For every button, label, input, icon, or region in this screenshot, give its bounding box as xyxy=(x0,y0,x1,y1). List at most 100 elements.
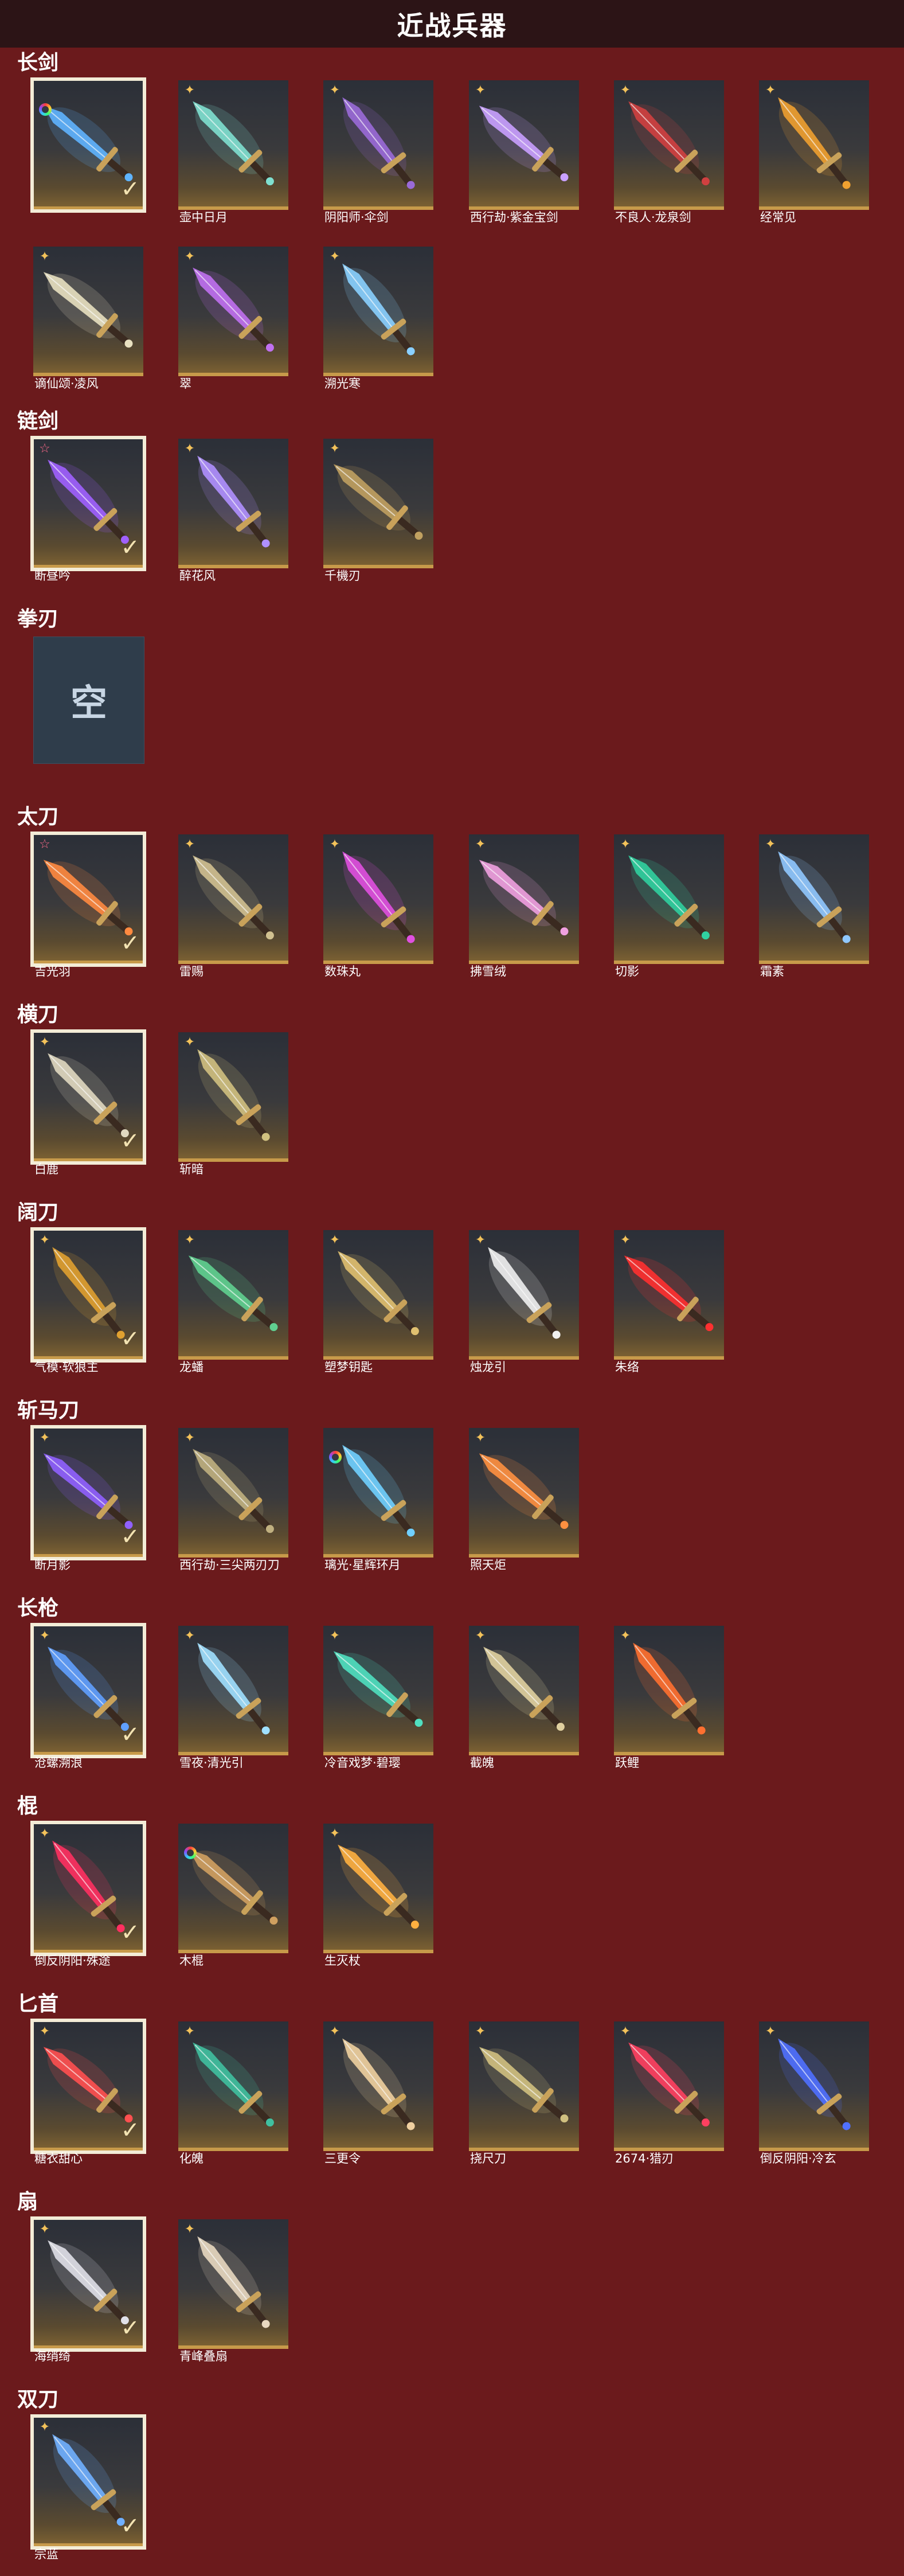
gold-sparkle-icon: ✦ xyxy=(184,83,195,97)
weapon-slot[interactable]: ✦ 千機刃 xyxy=(323,439,438,583)
gold-sparkle-icon: ✦ xyxy=(765,83,776,97)
gold-sparkle-icon: ✦ xyxy=(184,442,195,456)
weapon-slot[interactable]: ✦ 三更令 xyxy=(323,2021,438,2165)
weapon-slot[interactable]: ✦ 烛龙引 xyxy=(469,1230,584,1374)
weapon-slot[interactable]: ✦ 壶中日月 xyxy=(178,80,293,224)
weapon-slot[interactable]: ✦ ✓ 倒反阴阳·殊途 xyxy=(30,1821,148,1968)
weapon-name: 龙蟠 xyxy=(179,1360,204,1374)
weapon-name: 西行劫·紫金宝剑 xyxy=(470,210,558,224)
gold-sparkle-icon: ✦ xyxy=(329,442,341,456)
weapon-slot[interactable]: ✦ ✓ 沧螺溯浪 xyxy=(30,1623,148,1770)
gold-sparkle-icon: ✦ xyxy=(184,1233,195,1247)
weapon-slot[interactable]: ✦ ✓ 宗蓝 xyxy=(30,2414,148,2561)
checkmark-icon: ✓ xyxy=(120,2513,140,2539)
weapon-name: 照天炬 xyxy=(470,1558,506,1572)
gold-sparkle-icon: ✦ xyxy=(620,1233,631,1247)
weapon-card: ✦ xyxy=(614,1230,724,1360)
weapon-card: ✦ xyxy=(469,834,579,964)
weapon-slot[interactable]: ✦ 西行劫·三尖两刃刀 xyxy=(178,1428,293,1572)
weapon-card: ✦ ✓ xyxy=(30,2414,146,2550)
checkmark-icon: ✓ xyxy=(120,1722,140,1748)
weapon-slot[interactable]: 木棍 xyxy=(178,1824,293,1968)
weapon-slot[interactable]: ✓ xyxy=(30,77,148,224)
weapon-name: 白鹿 xyxy=(34,1162,58,1176)
weapon-name: 倒反阴阳·冷玄 xyxy=(760,2152,836,2165)
rainbow-quality-icon xyxy=(184,1847,197,1859)
weapon-name: 雷赐 xyxy=(179,965,204,978)
weapon-slot[interactable]: ✦ 冷音戏梦·碧璎 xyxy=(323,1626,438,1770)
weapon-slot[interactable]: ✦ ✓ 断月影 xyxy=(30,1425,148,1572)
gold-sparkle-icon: ✦ xyxy=(765,2024,776,2039)
weapon-slot[interactable]: ✦ 斩暗 xyxy=(178,1032,293,1176)
weapon-slot[interactable]: ✦ 化魄 xyxy=(178,2021,293,2165)
weapon-slot[interactable]: ✦ 塑梦钥匙 xyxy=(323,1230,438,1374)
weapon-slot[interactable]: ✦ 雪夜·清光引 xyxy=(178,1626,293,1770)
weapon-icon xyxy=(188,1849,278,1925)
weapon-card: ✦ xyxy=(178,2021,288,2151)
weapon-slot[interactable]: ✦ 切影 xyxy=(614,834,729,978)
weapon-name: 醉花风 xyxy=(179,569,216,583)
gold-sparkle-icon: ✦ xyxy=(620,2024,631,2039)
weapon-icon xyxy=(197,1049,270,1141)
weapon-card: ✦ ✓ xyxy=(30,2216,146,2352)
weapon-card: ✦ xyxy=(178,1428,288,1558)
weapon-icon xyxy=(628,2042,710,2127)
weapon-name: 斩暗 xyxy=(179,1162,204,1176)
weapon-slot[interactable]: ✦ 生灭杖 xyxy=(323,1824,438,1968)
weapon-slot[interactable]: ✦ 拂雪绒 xyxy=(469,834,584,978)
section-label: 长剑 xyxy=(17,51,59,75)
weapon-card: ✦ xyxy=(614,834,724,964)
weapon-slot[interactable]: ☆ ✓ 断昼吟 xyxy=(30,436,148,583)
weapon-slot[interactable]: ✦ ✓ 白鹿 xyxy=(30,1029,148,1176)
weapon-slot[interactable]: ✦ 青峰叠扇 xyxy=(178,2219,293,2363)
weapon-icon xyxy=(193,2042,274,2127)
weapon-icon xyxy=(483,1646,565,1731)
weapon-slot[interactable]: ✦ 谪仙颂·凌风 xyxy=(33,247,148,391)
empty-card: 空 xyxy=(33,637,144,764)
weapon-slot[interactable]: ✦ 霜素 xyxy=(759,834,874,978)
weapon-icon xyxy=(479,2047,569,2123)
rainbow-quality-icon xyxy=(329,1451,342,1463)
weapon-icon xyxy=(193,855,274,940)
weapon-slot[interactable]: ✦ 跃鲤 xyxy=(614,1626,729,1770)
weapon-slot[interactable]: ✦ 醉花风 xyxy=(178,439,293,583)
weapon-slot[interactable]: ✦ 数珠丸 xyxy=(323,834,438,978)
weapon-card: ✦ xyxy=(759,2021,869,2151)
section-label: 双刀 xyxy=(17,2388,59,2411)
weapon-slot[interactable]: ✦ ✓ 气模·软狼主 xyxy=(30,1227,148,1374)
weapon-slot[interactable]: ✦ 照天炬 xyxy=(469,1428,584,1572)
weapon-slot[interactable]: ✦ ✓ 海绡绮 xyxy=(30,2216,148,2363)
weapon-slot[interactable]: ☆ ✓ 吉光羽 xyxy=(30,832,148,978)
weapon-icon xyxy=(778,97,851,189)
weapon-slot[interactable]: ✦ 雷赐 xyxy=(178,834,293,978)
weapon-slot[interactable]: ✦ 阴阳师·伞剑 xyxy=(323,80,438,224)
weapon-slot[interactable]: ✦ 挠尺刀 xyxy=(469,2021,584,2165)
weapon-slot[interactable]: ✦ 经常见 xyxy=(759,80,874,224)
weapon-slot[interactable]: ✦ 倒反阴阳·冷玄 xyxy=(759,2021,874,2165)
weapon-slot[interactable]: ✦ 西行劫·紫金宝剑 xyxy=(469,80,584,224)
empty-slot[interactable]: 空 xyxy=(33,637,148,780)
gold-sparkle-icon: ✦ xyxy=(39,1826,50,1841)
weapon-name: 海绡绮 xyxy=(34,2349,71,2363)
weapon-slot[interactable]: ✦ 不良人·龙泉剑 xyxy=(614,80,729,224)
weapon-icon xyxy=(338,1844,419,1929)
weapon-card: ✦ xyxy=(614,1626,724,1755)
weapon-slot[interactable]: ✦ 朱络 xyxy=(614,1230,729,1374)
weapon-slot[interactable]: ✦ 2674·猎刃 xyxy=(614,2021,729,2165)
section-label: 长枪 xyxy=(17,1597,59,1620)
weapon-name: 宗蓝 xyxy=(34,2547,58,2561)
weapon-card: ✦ xyxy=(178,1032,288,1162)
weapon-name: 霜素 xyxy=(760,965,784,978)
weapon-slot[interactable]: ✦ 龙蟠 xyxy=(178,1230,293,1374)
weapon-card: ✦ xyxy=(178,247,288,376)
weapon-slot[interactable]: ✦ ✓ 糖衣甜心 xyxy=(30,2019,148,2165)
weapon-icon xyxy=(479,1453,569,1529)
weapon-card: ✦ xyxy=(178,2219,288,2349)
section-label: 链剑 xyxy=(17,409,59,433)
weapon-slot[interactable]: ✦ 截魄 xyxy=(469,1626,584,1770)
gold-sparkle-icon: ✦ xyxy=(39,1431,50,1445)
weapon-slot[interactable]: 璃光·星辉环月 xyxy=(323,1428,438,1572)
gold-sparkle-icon: ✦ xyxy=(184,1035,195,1049)
weapon-slot[interactable]: ✦ 翠 xyxy=(178,247,293,391)
weapon-slot[interactable]: ✦ 溯光寒 xyxy=(323,247,438,391)
